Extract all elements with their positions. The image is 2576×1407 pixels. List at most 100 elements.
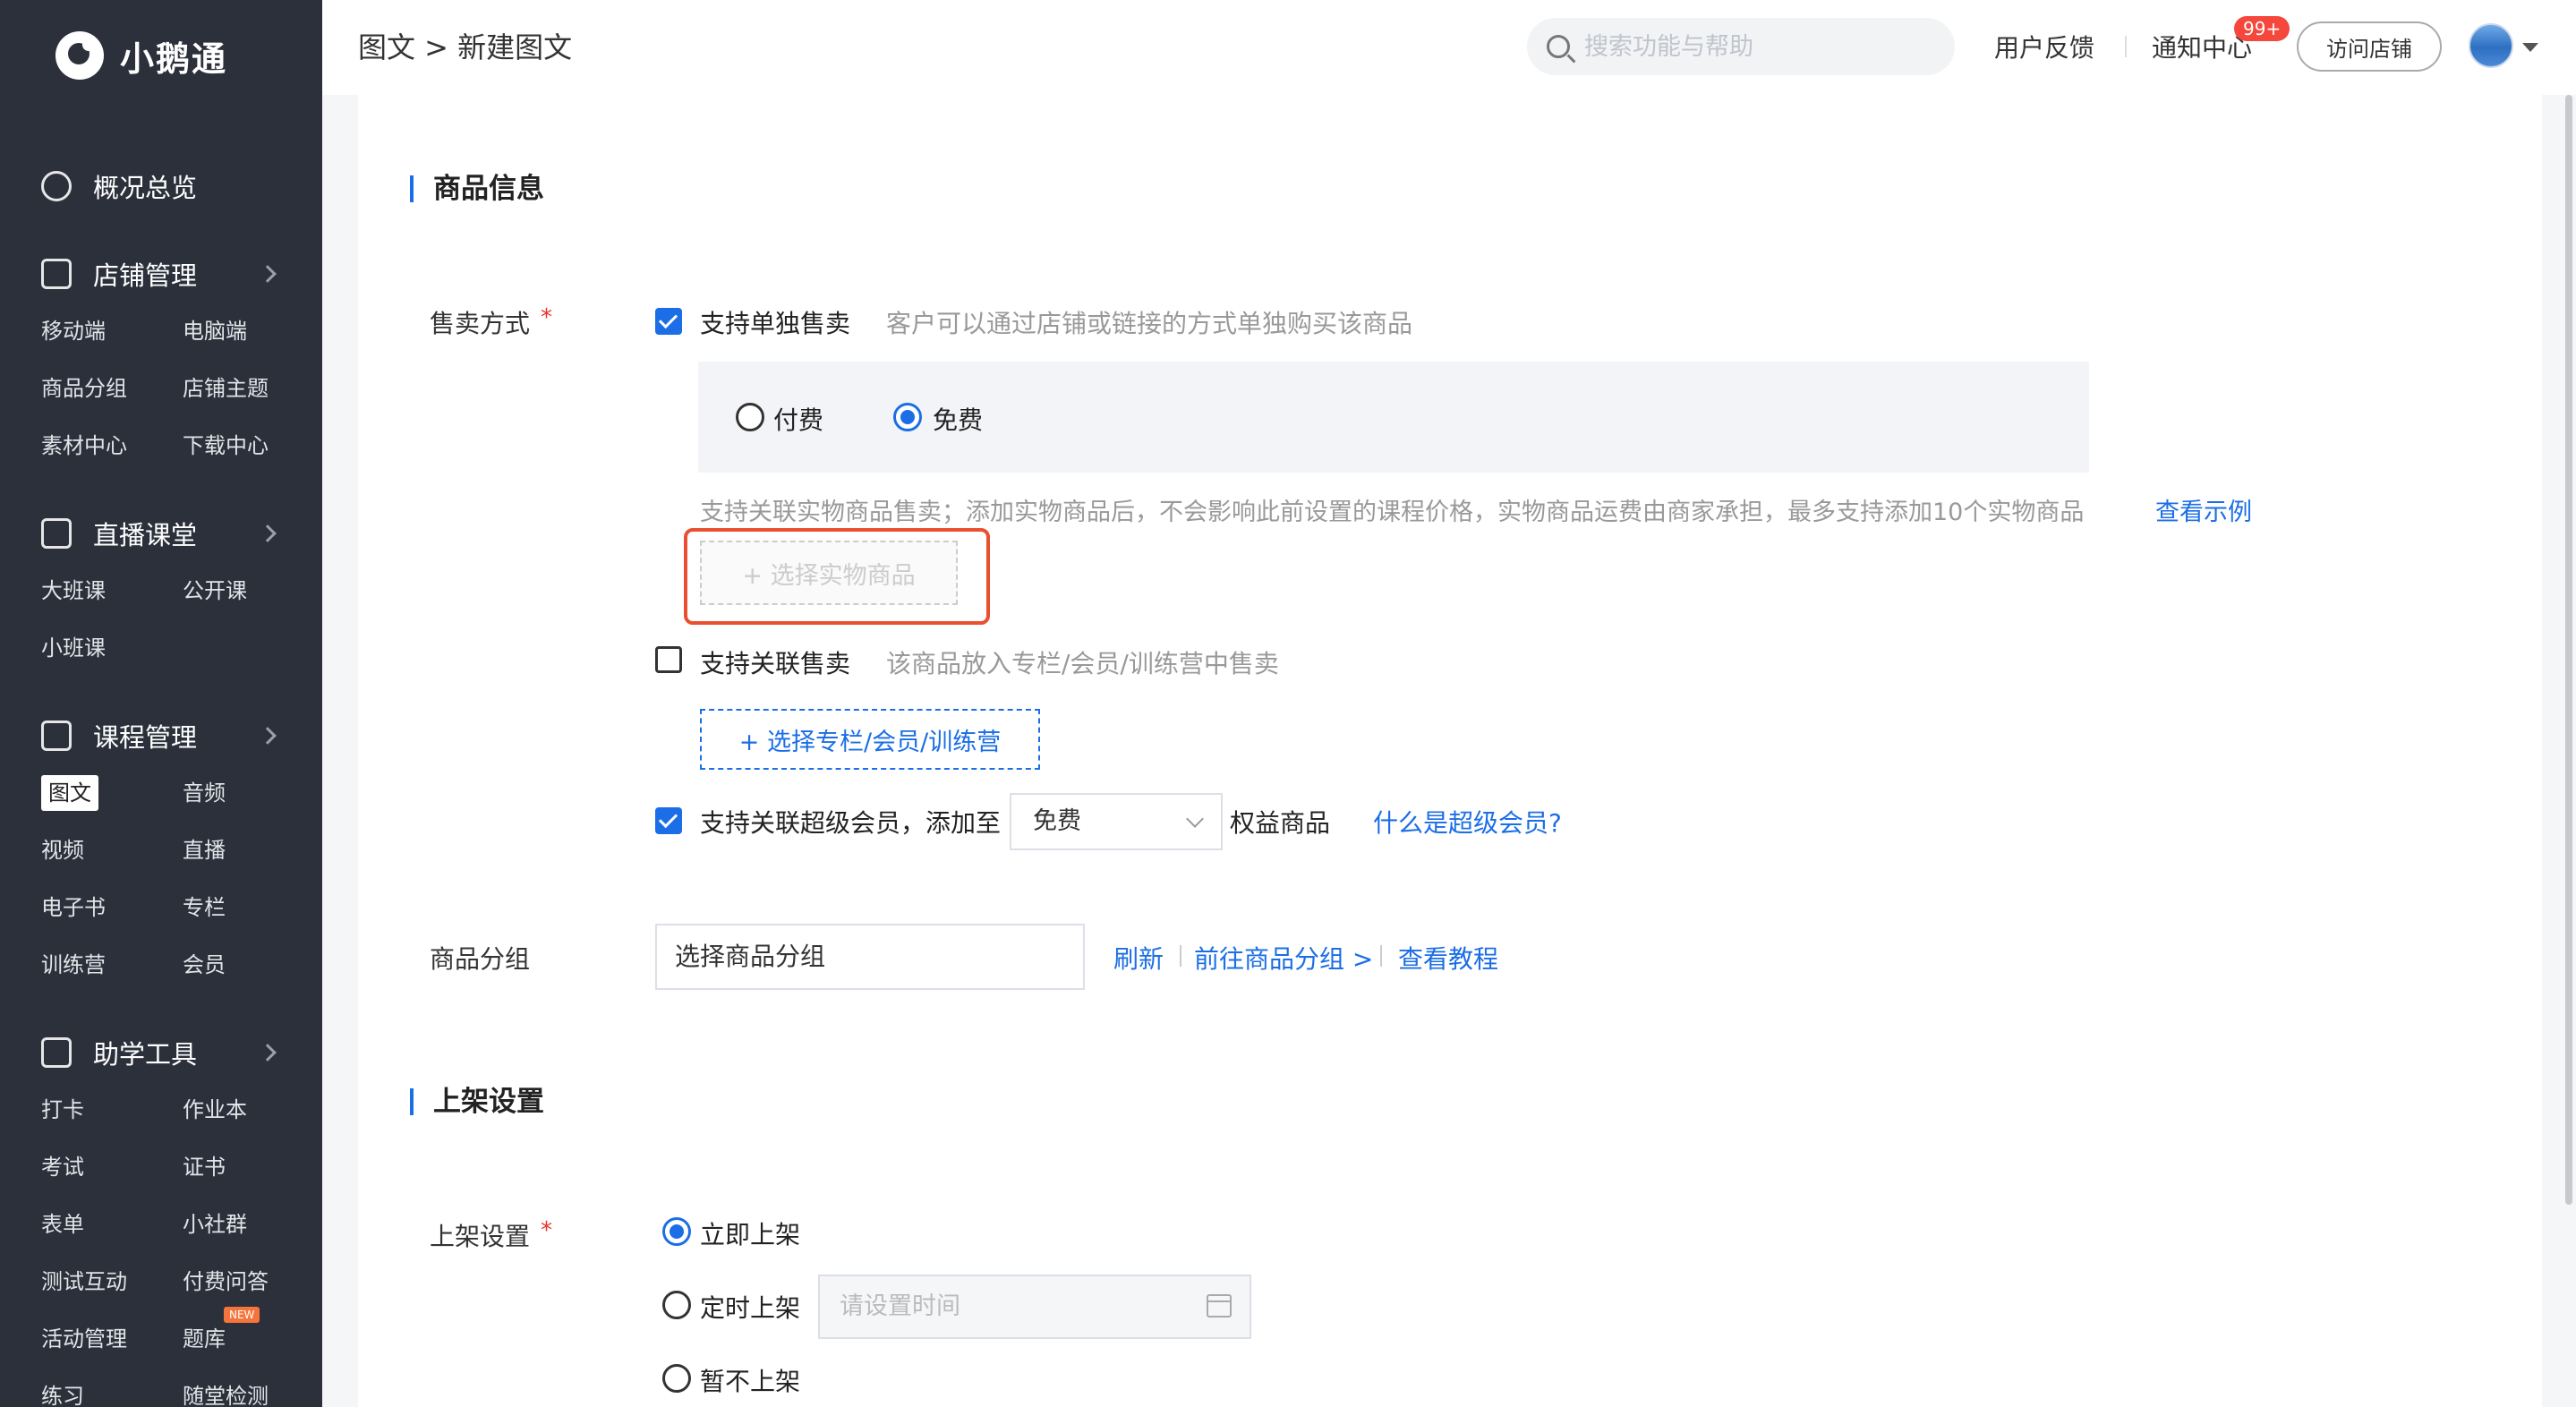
feedback-link[interactable]: 用户反馈: [1994, 29, 2094, 64]
header-divider: [2125, 36, 2127, 57]
pie-chart-icon: [41, 171, 72, 201]
select-value: 免费: [1033, 807, 1081, 835]
new-badge: NEW: [224, 1307, 260, 1323]
chevron-right-icon: [259, 524, 277, 542]
sidebar-item-camp[interactable]: 训练营: [41, 936, 183, 993]
what-is-super-member-link[interactable]: 什么是超级会员?: [1373, 804, 1562, 840]
sidebar-item-activity[interactable]: 活动管理: [41, 1310, 183, 1368]
free-label: 免费: [933, 405, 984, 435]
video-camera-icon: [41, 518, 72, 549]
view-tutorial-link[interactable]: 查看教程: [1398, 940, 1498, 976]
sidebar-item-question-bank[interactable]: NEW 题库: [183, 1307, 322, 1368]
single-sale-checkbox[interactable]: [655, 308, 682, 335]
sidebar-item-practice[interactable]: 练习: [41, 1368, 183, 1407]
sidebar-item-column[interactable]: 专栏: [183, 879, 322, 936]
sidebar-group-tools[interactable]: 助学工具: [0, 1024, 322, 1081]
sidebar-item-ebook[interactable]: 电子书: [41, 879, 183, 936]
not-list-radio[interactable]: [662, 1364, 691, 1393]
sidebar-group-course[interactable]: 课程管理: [0, 707, 322, 764]
chevron-down-icon: [1186, 810, 1204, 828]
product-group-select[interactable]: 选择商品分组: [655, 924, 1085, 990]
scrollbar[interactable]: [2565, 95, 2572, 1205]
sidebar-item-certificate[interactable]: 证书: [183, 1138, 322, 1196]
sidebar-group-live[interactable]: 直播课堂: [0, 505, 322, 562]
sidebar-item-product-group[interactable]: 商品分组: [41, 360, 183, 417]
caret-down-icon[interactable]: [2522, 43, 2538, 52]
linked-sale-label: 支持关联售卖: [700, 649, 851, 678]
refresh-link[interactable]: 刷新: [1113, 940, 1164, 976]
paid-radio[interactable]: [736, 403, 764, 431]
benefit-goods-label: 权益商品: [1230, 808, 1331, 838]
main-content: 商品信息 售卖方式 * 支持单独售卖 客户可以通过店铺或链接的方式单独购买该商品 …: [358, 95, 2542, 1407]
linked-sale-checkbox[interactable]: [655, 646, 682, 673]
sidebar-item-paid-qa[interactable]: 付费问答: [183, 1253, 322, 1310]
single-sale-label: 支持单独售卖: [700, 309, 851, 338]
sidebar-item-pc[interactable]: 电脑端: [183, 303, 322, 360]
goto-product-group-link[interactable]: 前往商品分组 >: [1194, 940, 1373, 976]
sidebar-item-mobile[interactable]: 移动端: [41, 303, 183, 360]
sidebar-group-label: 课程管理: [93, 722, 198, 753]
sidebar-item-member[interactable]: 会员: [183, 936, 322, 993]
sidebar-item-homework[interactable]: 作业本: [183, 1081, 322, 1138]
view-example-link[interactable]: 查看示例: [2155, 492, 2252, 527]
sidebar-item-open-class[interactable]: 公开课: [183, 562, 322, 619]
sidebar-item-video[interactable]: 视频: [41, 822, 183, 879]
select-column-member-camp-button[interactable]: + 选择专栏/会员/训练营: [700, 709, 1040, 770]
nav-tools: 助学工具 打卡 作业本 考试 证书 表单 小社群 测试互动 付费问答 活动管理 …: [0, 1024, 322, 1407]
sidebar-item-graphic[interactable]: 图文: [41, 764, 183, 822]
schedule-time-input[interactable]: 请设置时间: [818, 1275, 1251, 1339]
sidebar-item-materials[interactable]: 素材中心: [41, 417, 183, 474]
document-icon: [41, 721, 72, 751]
link-divider: [1180, 945, 1181, 967]
nav-store: 店铺管理 移动端 电脑端 商品分组 店铺主题 素材中心 下载中心: [0, 245, 322, 474]
super-member-label: 支持关联超级会员，添加至: [700, 808, 1002, 838]
list-now-label: 立即上架: [700, 1220, 801, 1249]
scheduled-list-label: 定时上架: [700, 1293, 801, 1323]
search-icon: [1547, 35, 1570, 58]
free-radio[interactable]: [893, 403, 922, 431]
sidebar-group-store[interactable]: 店铺管理: [0, 245, 322, 303]
sidebar-item-store-theme[interactable]: 店铺主题: [183, 360, 322, 417]
sidebar-item-checkin[interactable]: 打卡: [41, 1081, 183, 1138]
sidebar-item-small-class[interactable]: 小班课: [41, 619, 183, 677]
sidebar-group-label: 直播课堂: [93, 520, 198, 550]
sidebar-group-label: 助学工具: [93, 1039, 198, 1070]
physical-goods-note: 支持关联实物商品售卖；添加实物商品后，不会影响此前设置的课程价格，实物商品运费由…: [700, 499, 2085, 526]
breadcrumb: 图文 > 新建图文: [358, 30, 573, 64]
notification-badge: 99+: [2234, 16, 2290, 41]
linked-sale-desc: 该商品放入专栏/会员/训练营中售卖: [886, 649, 1279, 678]
chevron-right-icon: [259, 727, 277, 745]
sidebar-item-community[interactable]: 小社群: [183, 1196, 322, 1253]
sale-mode-label: 售卖方式 *: [430, 304, 553, 338]
store-icon: [41, 259, 72, 289]
sidebar-item-exam[interactable]: 考试: [41, 1138, 183, 1196]
sidebar-item-downloads[interactable]: 下载中心: [183, 417, 322, 474]
paid-label: 付费: [773, 405, 824, 435]
search-box[interactable]: [1527, 18, 1955, 75]
brand-logo[interactable]: 小鹅通: [55, 30, 227, 81]
sidebar-item-live[interactable]: 直播: [183, 822, 322, 879]
nav-overview[interactable]: 概况总览: [0, 158, 322, 215]
sidebar-item-large-class[interactable]: 大班课: [41, 562, 183, 619]
search-input[interactable]: [1584, 32, 1924, 61]
toolbox-icon: [41, 1037, 72, 1068]
product-group-label: 商品分组: [430, 944, 531, 974]
nav-course: 课程管理 图文 音频 视频 直播 电子书 专栏 训练营 会员: [0, 707, 322, 993]
visit-store-button[interactable]: 访问店铺: [2297, 21, 2442, 72]
sidebar-item-audio[interactable]: 音频: [183, 764, 322, 822]
sidebar-item-overview[interactable]: 概况总览: [0, 158, 322, 215]
super-member-checkbox[interactable]: [655, 807, 682, 834]
goose-logo-icon: [55, 31, 104, 80]
pricing-panel: 付费 免费: [698, 362, 2089, 473]
avatar[interactable]: [2469, 23, 2513, 68]
sidebar-item-quiz-interaction[interactable]: 测试互动: [41, 1253, 183, 1310]
sidebar-group-label: 店铺管理: [93, 260, 198, 291]
scheduled-list-radio[interactable]: [662, 1291, 691, 1319]
sidebar-item-form[interactable]: 表单: [41, 1196, 183, 1253]
list-now-radio[interactable]: [662, 1217, 691, 1246]
top-header: 图文 > 新建图文 用户反馈 通知中心 99+ 访问店铺: [322, 0, 2576, 95]
sidebar: 小鹅通 概况总览 店铺管理 移动端 电脑端 商品分组 店铺主题 素材中心 下载中…: [0, 0, 322, 1407]
benefit-type-select[interactable]: 免费: [1010, 793, 1223, 850]
time-placeholder: 请设置时间: [840, 1292, 960, 1320]
sidebar-item-in-class-test[interactable]: 随堂检测: [183, 1368, 322, 1407]
